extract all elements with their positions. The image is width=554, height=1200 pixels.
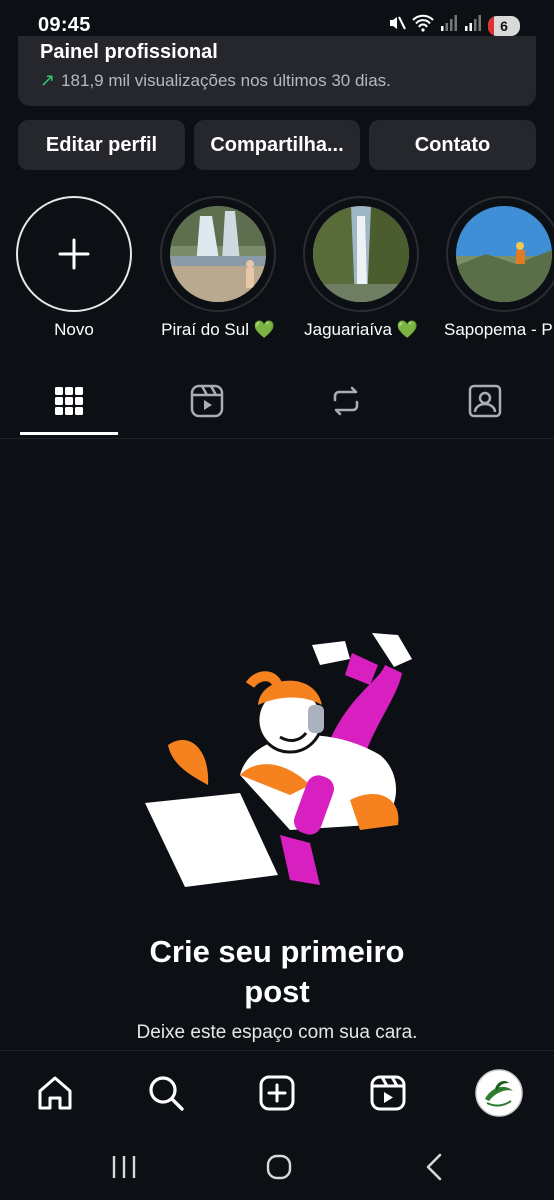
back-icon bbox=[426, 1153, 442, 1181]
profile-avatar bbox=[475, 1069, 523, 1117]
reposts-icon bbox=[333, 386, 359, 416]
share-profile-button[interactable]: Compartilha... bbox=[194, 120, 360, 170]
highlight-item[interactable]: Sapopema - P bbox=[444, 196, 554, 340]
empty-state-title-line1: Crie seu primeiro bbox=[149, 934, 405, 969]
mute-icon bbox=[388, 14, 406, 37]
edit-profile-button[interactable]: Editar perfil bbox=[18, 120, 185, 170]
new-highlight-circle[interactable] bbox=[16, 196, 132, 312]
highlight-ring bbox=[160, 196, 276, 312]
system-navigation-bar bbox=[0, 1134, 554, 1200]
nav-reels[interactable] bbox=[360, 1069, 416, 1117]
nav-profile[interactable] bbox=[471, 1069, 527, 1117]
highlight-ring bbox=[303, 196, 419, 312]
highlight-cover-mountain bbox=[456, 206, 552, 302]
professional-dashboard-stats: ↗ 181,9 mil visualizações nos últimos 30… bbox=[40, 70, 391, 91]
professional-dashboard-title: Painel profissional bbox=[40, 41, 218, 63]
professional-dashboard-card[interactable]: Painel profissional ↗ 181,9 mil visualiz… bbox=[18, 36, 536, 106]
recent-apps-button[interactable] bbox=[94, 1150, 154, 1184]
highlight-ring bbox=[446, 196, 554, 312]
home-circle-icon bbox=[266, 1154, 292, 1180]
recent-apps-icon bbox=[112, 1156, 136, 1178]
signal-icon-2 bbox=[464, 14, 482, 37]
home-icon bbox=[38, 1076, 72, 1110]
tab-tagged[interactable] bbox=[416, 364, 554, 438]
signal-icon bbox=[440, 14, 458, 37]
create-icon bbox=[259, 1075, 295, 1111]
status-icons: 6 bbox=[388, 14, 520, 37]
highlight-cover-waterfall bbox=[170, 206, 266, 302]
tab-reposts[interactable] bbox=[277, 364, 415, 438]
grid-icon bbox=[55, 387, 83, 415]
active-tab-indicator bbox=[20, 432, 118, 435]
highlight-cover-canyon bbox=[313, 206, 409, 302]
bottom-navigation bbox=[0, 1050, 554, 1135]
highlight-label: Sapopema - P bbox=[444, 320, 553, 339]
views-stat: 181,9 mil visualizações nos últimos 30 d… bbox=[61, 70, 391, 90]
tab-reels[interactable] bbox=[138, 364, 276, 438]
highlight-label: Piraí do Sul 💚 bbox=[161, 320, 275, 339]
nav-home[interactable] bbox=[27, 1069, 83, 1117]
clock: 09:45 bbox=[38, 14, 91, 36]
back-button[interactable] bbox=[404, 1150, 464, 1184]
trend-up-icon: ↗ bbox=[40, 70, 56, 90]
highlight-label: Jaguariaíva 💚 bbox=[304, 320, 418, 339]
home-button[interactable] bbox=[249, 1150, 309, 1184]
highlight-label: Novo bbox=[54, 320, 94, 339]
empty-state-title: Crie seu primeiro post bbox=[0, 932, 554, 1012]
reels-icon bbox=[190, 384, 224, 418]
profile-tabs bbox=[0, 364, 554, 439]
empty-state-title-line2: post bbox=[244, 974, 310, 1009]
tab-grid[interactable] bbox=[0, 364, 138, 438]
plus-icon bbox=[58, 238, 90, 270]
nav-create[interactable] bbox=[249, 1069, 305, 1117]
highlight-new[interactable]: Novo bbox=[14, 196, 134, 340]
tagged-icon bbox=[468, 384, 502, 418]
battery-badge: 6 bbox=[488, 15, 520, 36]
reels-icon bbox=[370, 1075, 406, 1111]
search-icon bbox=[149, 1076, 184, 1111]
nav-search[interactable] bbox=[138, 1069, 194, 1117]
empty-state-subtitle: Deixe este espaço com sua cara. bbox=[136, 1022, 418, 1043]
wifi-icon bbox=[412, 14, 434, 37]
highlight-item[interactable]: Jaguariaíva 💚 bbox=[301, 196, 421, 340]
highlight-item[interactable]: Piraí do Sul 💚 bbox=[158, 196, 278, 340]
contact-button[interactable]: Contato bbox=[369, 120, 536, 170]
empty-state-illustration bbox=[140, 625, 420, 895]
